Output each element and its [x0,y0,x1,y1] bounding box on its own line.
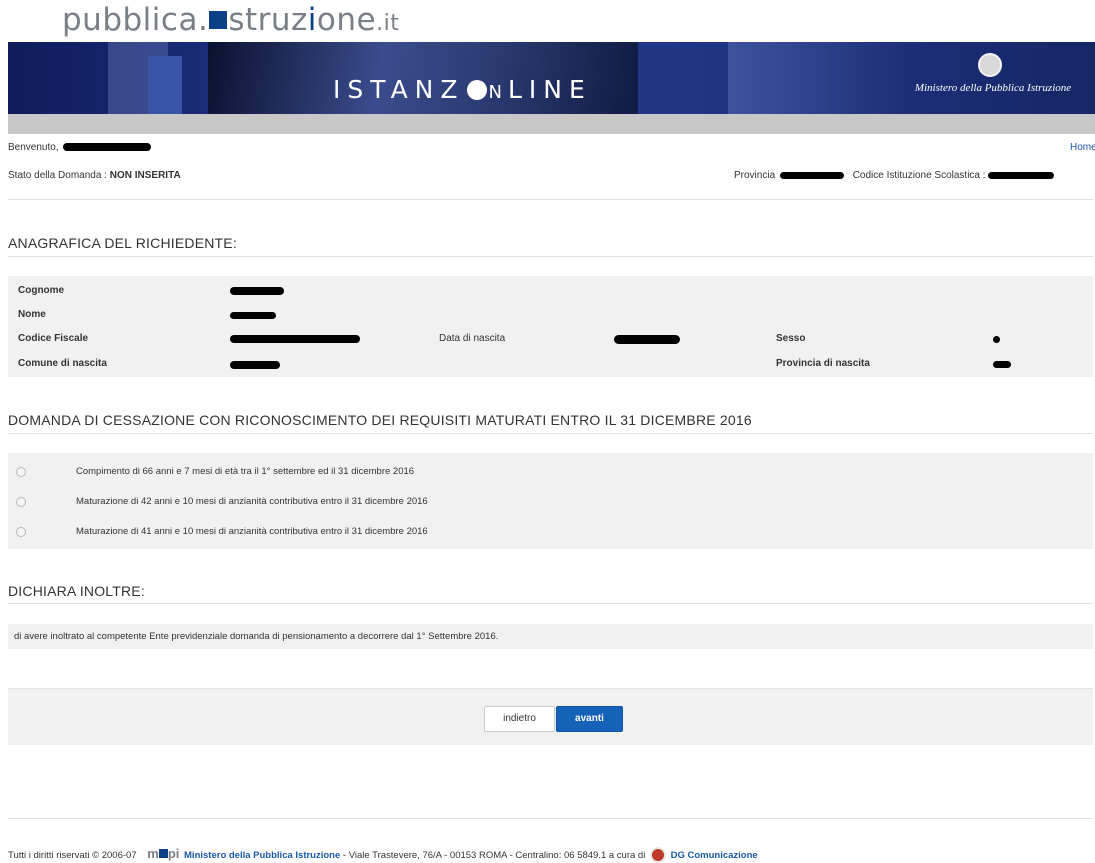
data-nascita-label: Data di nascita [439,333,506,344]
anagrafica-panel: Cognome Nome Codice Fiscale Data di nasc… [8,276,1093,377]
banner-column-decor [148,56,182,114]
stato-label: Stato della Domanda : [8,170,107,181]
home-link[interactable]: Home [1070,142,1095,153]
redacted-data-nascita [614,335,680,344]
divider [8,199,1093,200]
redacted-comune-nascita [230,361,280,369]
logo-text-tld: .it [376,11,400,36]
radio-option-2[interactable] [16,496,26,507]
provincia-codice: Provincia Codice Istituzione Scolastica … [734,170,1055,181]
divider [8,433,1093,434]
nome-label: Nome [18,309,46,320]
dg-comunicazione-link[interactable]: DG Comunicazione [671,850,758,861]
site-logo[interactable]: pubblica. struzione.it [62,2,399,38]
footer-address: - Viale Trastevere, 76/A - 00153 ROMA - … [342,850,646,861]
redacted-provincia-nascita [993,361,1011,368]
domanda-options-panel: Compimento di 66 anni e 7 mesi di età tr… [8,453,1093,549]
republic-emblem-icon [978,53,1002,77]
stato-value: NON INSERITA [109,170,181,181]
radio-option-1[interactable] [16,466,26,477]
option-row[interactable]: Maturazione di 42 anni e 10 mesi di anzi… [16,496,428,507]
codice-fiscale-label: Codice Fiscale [18,333,89,344]
option-row[interactable]: Maturazione di 41 anni e 10 mesi di anzi… [16,526,428,537]
option-label-1: Compimento di 66 anni e 7 mesi di età tr… [76,466,415,477]
banner-o-icon [466,79,487,100]
option-label-2: Maturazione di 42 anni e 10 mesi di anzi… [76,496,428,507]
comune-nascita-label: Comune di nascita [18,358,107,369]
stato-domanda: Stato della Domanda : NON INSERITA [8,170,181,181]
divider [8,603,1093,604]
ministero-logo-text: Ministero della Pubblica Istruzione [914,82,1072,94]
redacted-sesso [993,336,1000,343]
redacted-provincia [779,171,844,179]
cognome-label: Cognome [18,285,65,296]
indietro-button[interactable]: indietro [484,706,555,732]
logo-text-main: pubblica. [62,2,209,38]
welcome-label: Benvenuto, [8,142,59,153]
banner-title-part-b: N [488,82,508,103]
dichiara-text: di avere inoltrato al competente Ente pr… [14,631,499,642]
redacted-codice [988,171,1055,179]
redacted-cognome [230,287,284,295]
divider [8,256,1093,257]
redacted-codice-fiscale [230,335,360,343]
provincia-label: Provincia [734,170,776,181]
welcome-line: Benvenuto, [8,142,152,153]
dichiara-title: DICHIARA INOLTRE: [8,583,145,599]
istanze-online-title: ISTANZ NLINE [333,75,592,104]
avanti-button[interactable]: avanti [556,706,623,732]
radio-option-3[interactable] [16,526,26,537]
anagrafica-title: ANAGRAFICA DEL RICHIEDENTE: [8,235,237,251]
redacted-nome [230,312,276,319]
codice-label: Codice Istituzione Scolastica : [852,170,986,181]
logo-square-icon [209,10,228,29]
logo-text-i: i [307,2,317,38]
footer: Tutti i diritti riservati © 2006-07 m pi … [8,846,758,863]
option-label-3: Maturazione di 41 anni e 10 mesi di anzi… [76,526,428,537]
domanda-title: DOMANDA DI CESSAZIONE CON RICONOSCIMENTO… [8,412,752,428]
mpi-square-icon [158,849,168,858]
sesso-label: Sesso [776,333,806,344]
dichiara-panel: di avere inoltrato al competente Ente pr… [8,624,1093,649]
logo-text-istr: struz [228,2,308,38]
header-grey-bar [8,114,1095,134]
ministero-link[interactable]: Ministero della Pubblica Istruzione [184,850,340,861]
banner-title-part-c: LINE [507,75,592,104]
logo-text-one: one [316,2,377,38]
provincia-nascita-label: Provincia di nascita [776,358,870,369]
banner-shade-right [728,42,908,114]
dg-comunicazione-icon [649,847,666,863]
option-row[interactable]: Compimento di 66 anni e 7 mesi di età tr… [16,466,414,477]
footer-rights: Tutti i diritti riservati © 2006-07 [8,850,137,861]
redacted-username [63,143,152,152]
footer-divider [8,818,1093,819]
banner-title-part-a: ISTANZ [333,75,465,104]
